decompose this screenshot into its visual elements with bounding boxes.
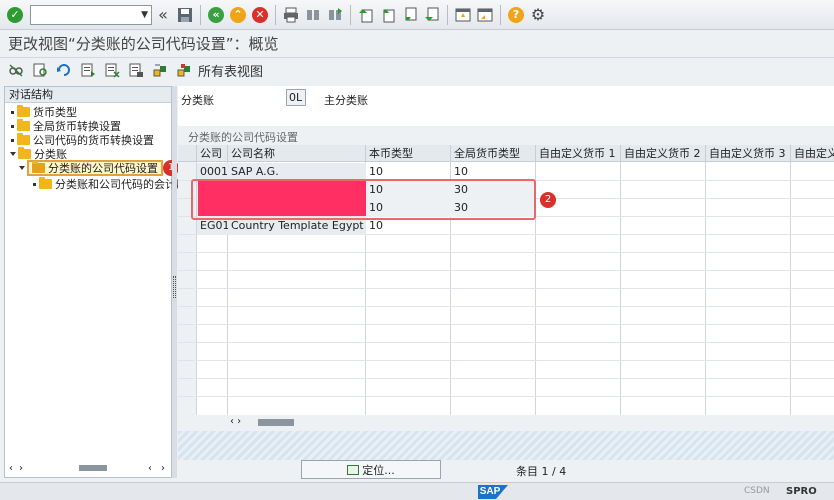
scroll-left-icon[interactable]: ‹ bbox=[148, 463, 152, 474]
scroll-thumb[interactable] bbox=[258, 419, 294, 426]
tree-item-ledgers[interactable]: 分类账 bbox=[10, 147, 67, 161]
dialog-structure-pane: 对话结构 货币类型 全局货币转换设置 公司代码的货币转换设置 分类账 分类账的公… bbox=[4, 86, 198, 478]
title-divider bbox=[0, 57, 834, 58]
selected-node[interactable]: 分类账的公司代码设置 bbox=[27, 160, 163, 176]
exit-icon[interactable]: ⌃ bbox=[228, 5, 248, 25]
shortcut-icon[interactable] bbox=[475, 5, 495, 25]
settings-gear-icon[interactable]: ⚙ bbox=[528, 5, 548, 25]
select-all-icon[interactable] bbox=[125, 60, 147, 80]
scroll-left-icon[interactable]: ‹ bbox=[9, 463, 13, 474]
folder-icon bbox=[17, 133, 30, 145]
back-icon[interactable]: « bbox=[206, 5, 226, 25]
status-bar: SAP CSDN SPRO bbox=[0, 482, 834, 500]
command-field[interactable]: ▼ bbox=[30, 4, 152, 25]
table-title: 分类账的公司代码设置 bbox=[188, 131, 298, 144]
enter-checkmark-icon[interactable]: ✓ bbox=[5, 5, 25, 25]
folder-icon bbox=[18, 147, 31, 159]
scroll-arrows-icon[interactable]: ‹ › bbox=[230, 416, 241, 427]
new-entries-icon[interactable] bbox=[29, 60, 51, 80]
column-header[interactable]: 自由定义货币 3 bbox=[706, 145, 791, 162]
back-double-icon[interactable]: « bbox=[153, 5, 173, 25]
column-header[interactable]: 自由定义货币 4 bbox=[791, 145, 834, 162]
folder-icon bbox=[17, 105, 30, 117]
tree-item-ledger-company-code-settings[interactable]: 分类账的公司代码设置 bbox=[19, 160, 163, 176]
column-header[interactable]: 自由定义货币 2 bbox=[621, 145, 706, 162]
ledger-description: 主分类账 bbox=[324, 94, 368, 107]
last-page-icon[interactable] bbox=[422, 5, 442, 25]
application-toolbar: 所有表视图 bbox=[4, 59, 263, 81]
copy-as-icon[interactable] bbox=[77, 60, 99, 80]
column-header[interactable]: 自由定义货币 1 bbox=[536, 145, 621, 162]
folder-icon bbox=[17, 119, 30, 131]
ledger-field[interactable]: 0L bbox=[286, 89, 306, 106]
column-header[interactable]: 公司 bbox=[197, 145, 228, 162]
scroll-thumb[interactable] bbox=[79, 465, 107, 471]
all-views-icon[interactable] bbox=[173, 60, 195, 80]
column-header[interactable]: 本币类型 bbox=[366, 145, 451, 162]
delete-icon[interactable] bbox=[101, 60, 123, 80]
table-empty-area bbox=[178, 431, 834, 460]
expand-triangle-icon[interactable] bbox=[19, 166, 25, 170]
position-icon bbox=[347, 464, 360, 475]
transport-icon[interactable] bbox=[149, 60, 171, 80]
expand-triangle-icon[interactable] bbox=[10, 152, 16, 156]
open-folder-icon bbox=[32, 161, 45, 173]
previous-page-icon[interactable] bbox=[378, 5, 398, 25]
table-horizontal-scrollbar[interactable]: ‹ › bbox=[178, 415, 834, 431]
help-icon[interactable]: ? bbox=[506, 5, 526, 25]
folder-icon bbox=[39, 177, 52, 189]
new-session-icon[interactable] bbox=[453, 5, 473, 25]
transaction-code[interactable]: SPRO bbox=[786, 486, 817, 497]
ledger-label: 分类账 bbox=[181, 94, 214, 107]
scroll-right-icon[interactable]: › bbox=[161, 463, 165, 474]
save-icon[interactable] bbox=[175, 5, 195, 25]
undo-icon[interactable] bbox=[53, 60, 75, 80]
pane-splitter[interactable] bbox=[172, 86, 177, 478]
position-button[interactable]: 定位... bbox=[301, 460, 441, 479]
all-views-button[interactable]: 所有表视图 bbox=[198, 61, 263, 80]
callout-marker-2: 2 bbox=[540, 192, 556, 208]
system-toolbar: ✓ ▼ « « ⌃ ✕ ? ⚙ bbox=[0, 0, 834, 30]
next-page-icon[interactable] bbox=[400, 5, 420, 25]
sap-window: ✓ ▼ « « ⌃ ✕ ? ⚙ 更改视图“分类账的公司代码设置”：概览 所有表视… bbox=[0, 0, 834, 500]
entry-counter: 条目 1 / 4 bbox=[516, 465, 567, 478]
column-header[interactable]: 全局货币类型 bbox=[451, 145, 536, 162]
page-title: 更改视图“分类账的公司代码设置”：概览 bbox=[8, 35, 279, 53]
chevron-down-icon[interactable]: ▼ bbox=[141, 10, 148, 20]
first-page-icon[interactable] bbox=[356, 5, 376, 25]
watermark: CSDN bbox=[744, 486, 770, 496]
tree-item-currency-types[interactable]: 货币类型 bbox=[11, 105, 77, 119]
tree-item-company-code-currency-conversion[interactable]: 公司代码的货币转换设置 bbox=[11, 133, 154, 147]
print-icon[interactable] bbox=[281, 5, 301, 25]
tree-horizontal-scrollbar[interactable]: ‹ › ‹ › bbox=[7, 461, 171, 475]
display-change-icon[interactable] bbox=[5, 60, 27, 80]
dialog-structure-header: 对话结构 bbox=[5, 87, 171, 103]
find-next-icon[interactable] bbox=[325, 5, 345, 25]
scroll-right-icon[interactable]: › bbox=[19, 463, 23, 474]
table-footer: 定位... 条目 1 / 4 bbox=[178, 460, 834, 480]
cancel-icon[interactable]: ✕ bbox=[250, 5, 270, 25]
tree-item-global-currency-conversion[interactable]: 全局货币转换设置 bbox=[11, 119, 121, 133]
ledger-header: 分类账 0L 主分类账 bbox=[178, 86, 834, 126]
highlight-box bbox=[191, 179, 536, 220]
sap-logo: SAP bbox=[478, 485, 508, 499]
find-icon[interactable] bbox=[303, 5, 323, 25]
column-header[interactable]: 公司名称 bbox=[228, 145, 366, 162]
